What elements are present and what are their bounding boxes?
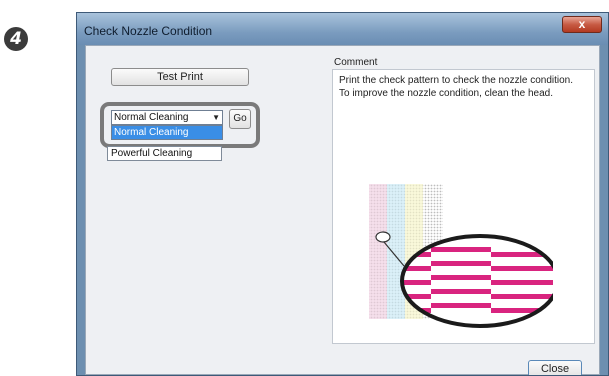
cleaning-mode-value: Normal Cleaning <box>114 112 189 123</box>
dropdown-option-normal-cleaning[interactable]: Normal Cleaning <box>112 126 222 139</box>
test-print-button[interactable]: Test Print <box>111 68 249 86</box>
cleaning-mode-dropdown: Normal Cleaning <box>111 125 223 140</box>
comment-panel: Print the check pattern to check the noz… <box>332 69 595 344</box>
dropdown-option-powerful-cleaning[interactable]: Powerful Cleaning <box>107 146 222 161</box>
step-number-badge: 4 <box>4 27 28 51</box>
close-button[interactable]: Close <box>528 360 582 375</box>
comment-text-line-1: Print the check pattern to check the noz… <box>339 75 574 86</box>
check-nozzle-dialog: Check Nozzle Condition x Test Print Norm… <box>76 12 609 376</box>
comment-text-line-2: To improve the nozzle condition, clean t… <box>339 88 554 99</box>
dropdown-arrow-icon[interactable]: ▼ <box>212 111 220 124</box>
dialog-body: Test Print Normal Cleaning ▼ Go Normal C… <box>85 45 600 375</box>
cleaning-mode-select[interactable]: Normal Cleaning ▼ <box>111 110 223 125</box>
nozzle-check-pattern-image <box>367 166 553 340</box>
window-close-button[interactable]: x <box>562 16 602 33</box>
comment-label: Comment <box>334 57 378 68</box>
go-button[interactable]: Go <box>229 109 251 129</box>
dialog-title: Check Nozzle Condition <box>84 24 213 38</box>
dialog-titlebar: Check Nozzle Condition x <box>77 13 608 45</box>
